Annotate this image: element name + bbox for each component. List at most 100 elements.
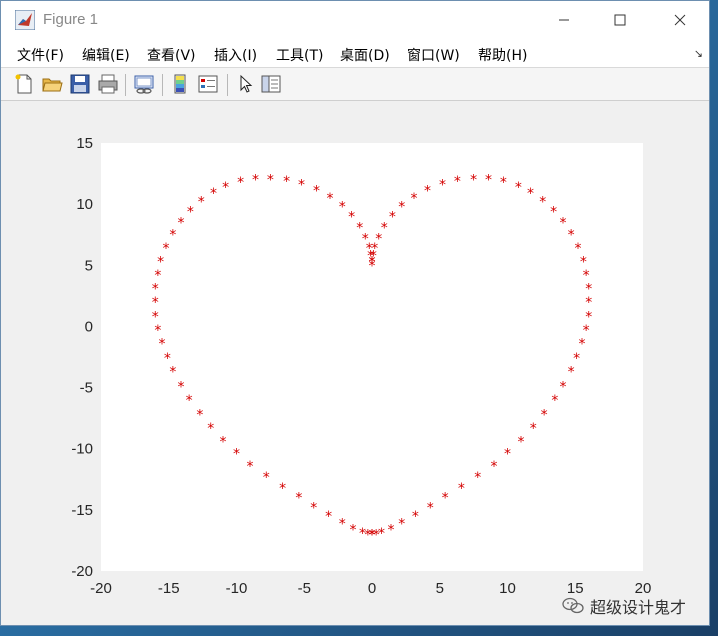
title-bar: Figure 1 (1, 1, 709, 39)
data-point: * (518, 434, 525, 450)
data-point: * (298, 178, 305, 194)
legend-icon[interactable] (197, 73, 219, 95)
data-point: * (579, 337, 586, 353)
data-point: * (198, 195, 205, 211)
x-tick-label: -10 (226, 580, 248, 597)
data-point: * (233, 447, 240, 463)
dock-arrow-icon[interactable]: ↘ (694, 47, 703, 60)
data-point: * (398, 200, 405, 216)
data-point: * (387, 522, 394, 538)
menu-view[interactable]: 查看(V) (147, 45, 196, 65)
menu-window[interactable]: 窗口(W) (407, 45, 460, 65)
data-point: * (152, 310, 159, 326)
menu-desktop[interactable]: 桌面(D) (340, 45, 390, 65)
y-tick-label: -10 (71, 441, 93, 458)
close-icon (674, 14, 686, 26)
data-point: * (348, 209, 355, 225)
data-point: * (177, 379, 184, 395)
data-point: * (164, 351, 171, 367)
axes-area[interactable] (101, 143, 643, 571)
data-point: * (424, 184, 431, 200)
data-point: * (339, 516, 346, 532)
data-point: * (504, 447, 511, 463)
y-tick-label: -15 (71, 502, 93, 519)
data-point: * (539, 195, 546, 211)
data-point: * (359, 526, 366, 542)
menu-bar: 文件(F) 编辑(E) 查看(V) 插入(I) 工具(T) 桌面(D) 窗口(W… (1, 39, 709, 67)
data-point: * (470, 173, 477, 189)
data-point: * (412, 509, 419, 525)
data-point: * (169, 228, 176, 244)
x-tick-label: 0 (368, 580, 376, 597)
data-point: * (454, 174, 461, 190)
data-point: * (252, 173, 259, 189)
y-tick-label: -20 (71, 563, 93, 580)
data-point: * (283, 174, 290, 190)
open-file-icon[interactable] (41, 73, 63, 95)
data-point: * (369, 255, 376, 271)
data-point: * (458, 481, 465, 497)
data-point: * (313, 184, 320, 200)
data-point: * (568, 365, 575, 381)
x-tick-label: 10 (499, 580, 516, 597)
data-point: * (427, 500, 434, 516)
y-tick-label: 15 (76, 135, 93, 152)
x-tick-label: -20 (90, 580, 112, 597)
menu-tools[interactable]: 工具(T) (276, 45, 323, 65)
data-point: * (177, 215, 184, 231)
save-icon[interactable] (69, 73, 91, 95)
data-point: * (485, 173, 492, 189)
data-point: * (237, 175, 244, 191)
new-figure-icon[interactable] (13, 73, 35, 95)
data-point: * (263, 470, 270, 486)
data-point: * (219, 434, 226, 450)
data-point: * (530, 421, 537, 437)
data-point: * (381, 220, 388, 236)
data-point: * (550, 204, 557, 220)
maximize-button[interactable] (597, 1, 643, 39)
toolbar-separator (162, 74, 163, 96)
data-point: * (325, 509, 332, 525)
data-point: * (310, 500, 317, 516)
data-point: * (442, 491, 449, 507)
data-point: * (186, 393, 193, 409)
minimize-icon (559, 19, 569, 21)
plot-canvas: -20-15-10-5051015 -20 -15 -10 -5 0 5 10 15 20 **… (71, 135, 651, 597)
data-point: * (207, 421, 214, 437)
data-point: * (560, 379, 567, 395)
data-point: * (490, 459, 497, 475)
menu-file[interactable]: 文件(F) (17, 45, 64, 65)
data-point: * (187, 204, 194, 220)
wechat-icon (562, 597, 584, 614)
data-point: * (551, 393, 558, 409)
data-point: * (398, 516, 405, 532)
x-tick-label: -15 (158, 580, 180, 597)
link-plot-icon[interactable] (133, 73, 155, 95)
data-point: * (474, 470, 481, 486)
toolbar-separator (227, 74, 228, 96)
menu-insert[interactable]: 插入(I) (214, 45, 257, 65)
data-point: * (350, 522, 357, 538)
property-editor-icon[interactable] (260, 73, 282, 95)
data-point: * (326, 191, 333, 207)
close-button[interactable] (657, 1, 703, 39)
data-point: * (560, 215, 567, 231)
colorbar-icon[interactable] (169, 73, 191, 95)
y-tick-label: -5 (80, 380, 93, 397)
menu-help[interactable]: 帮助(H) (478, 45, 527, 65)
data-point: * (267, 173, 274, 189)
data-point: * (339, 200, 346, 216)
minimize-button[interactable] (541, 1, 587, 39)
select-pointer-icon[interactable] (234, 73, 256, 95)
maximize-icon (614, 14, 626, 26)
matlab-logo-icon (15, 10, 35, 30)
data-point: * (439, 178, 446, 194)
print-icon[interactable] (97, 73, 119, 95)
watermark: 超级设计鬼才 (562, 594, 686, 618)
data-point: * (541, 407, 548, 423)
data-point: * (222, 180, 229, 196)
data-point: * (279, 481, 286, 497)
x-tick-label: 5 (436, 580, 444, 597)
y-tick-label: 0 (85, 318, 93, 335)
menu-edit[interactable]: 编辑(E) (82, 45, 130, 65)
